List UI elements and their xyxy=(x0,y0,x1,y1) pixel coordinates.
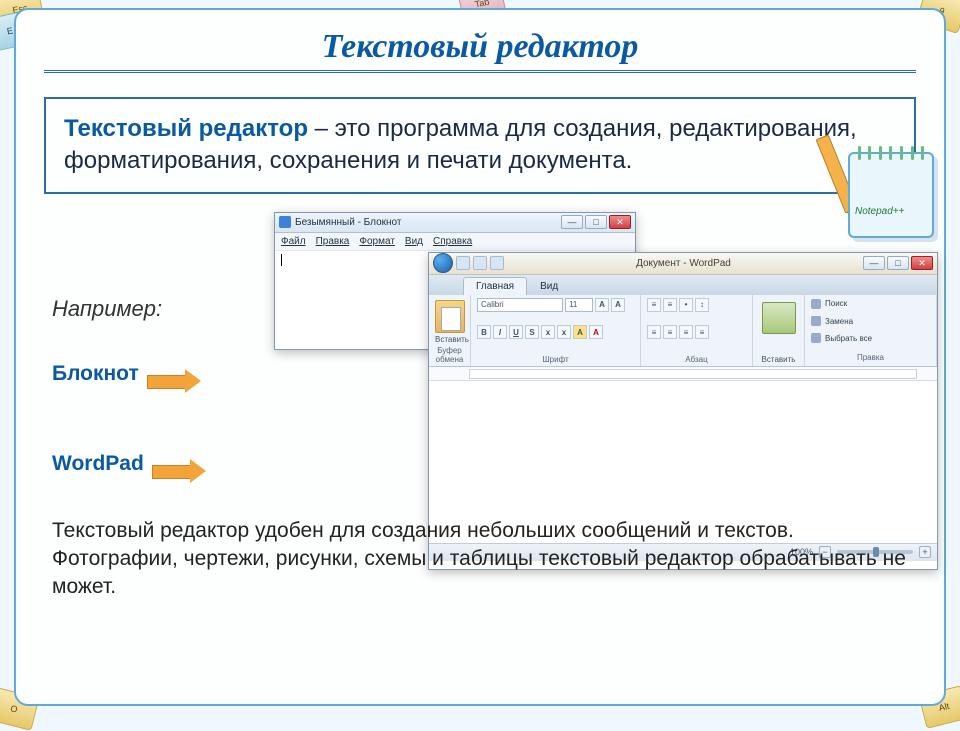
ribbon-tabs: Главная Вид xyxy=(429,275,937,295)
subscript-button[interactable]: x xyxy=(541,325,555,339)
app-label-wordpad: WordPad xyxy=(52,452,144,476)
slide-frame: Текстовый редактор Текстовый редактор – … xyxy=(14,8,946,706)
group-title-editing: Правка xyxy=(811,353,930,362)
strike-button[interactable]: S xyxy=(525,325,539,339)
qat-save-icon[interactable] xyxy=(456,256,470,270)
italic-button[interactable]: I xyxy=(493,325,507,339)
align-left-icon[interactable]: ≡ xyxy=(647,325,661,339)
grow-font-icon[interactable]: A xyxy=(595,298,609,312)
group-paragraph: ≡ ≡ • ↕ ≡ ≡ ≡ ≡ Абзац xyxy=(641,295,753,366)
shrink-font-icon[interactable]: A xyxy=(611,298,625,312)
notepad-menubar: Файл Правка Формат Вид Справка xyxy=(275,233,635,251)
font-name-select[interactable]: Calibri xyxy=(477,298,563,312)
notepad-titlebar: Безымянный - Блокнот — □ ✕ xyxy=(275,213,635,233)
paste-label: Вставить xyxy=(435,335,464,344)
group-insert: Вставить xyxy=(753,295,805,366)
content-area: Например: Блокнот WordPad Безымянный - Б… xyxy=(44,212,916,632)
minimize-button[interactable]: — xyxy=(863,256,885,270)
notepad-title-text: Безымянный - Блокнот xyxy=(295,217,401,228)
ruler[interactable] xyxy=(429,367,937,381)
qat-undo-icon[interactable] xyxy=(473,256,487,270)
footer-text: Текстовый редактор удобен для создания н… xyxy=(52,517,908,602)
font-color-icon[interactable]: A xyxy=(589,325,603,339)
arrow-icon xyxy=(152,462,208,480)
group-font: Calibri 11 A A B I U S x x A A xyxy=(471,295,641,366)
group-clipboard: Вставить Буфер обмена xyxy=(429,295,471,366)
text-cursor-icon xyxy=(281,254,282,266)
zoom-in-button[interactable]: + xyxy=(919,546,931,558)
tab-view[interactable]: Вид xyxy=(527,277,571,295)
wordpad-titlebar: Документ - WordPad — □ ✕ xyxy=(429,253,937,275)
notepad-icon xyxy=(279,216,291,228)
insert-picture-icon[interactable] xyxy=(762,302,796,334)
decrease-indent-icon[interactable]: ≡ xyxy=(647,298,661,312)
maximize-button[interactable]: □ xyxy=(887,256,909,270)
find-label[interactable]: Поиск xyxy=(825,299,847,308)
tab-home[interactable]: Главная xyxy=(463,277,527,295)
align-center-icon[interactable]: ≡ xyxy=(663,325,677,339)
definition-box: Текстовый редактор – это программа для с… xyxy=(44,97,916,194)
superscript-button[interactable]: x xyxy=(557,325,571,339)
qat-redo-icon[interactable] xyxy=(490,256,504,270)
replace-label[interactable]: Замена xyxy=(825,317,853,326)
menu-format[interactable]: Формат xyxy=(359,236,395,247)
ribbon: Вставить Буфер обмена Calibri 11 A A B I… xyxy=(429,295,937,367)
menu-view[interactable]: Вид xyxy=(405,236,423,247)
group-editing: Поиск Замена Выбрать все Правка xyxy=(805,295,937,366)
paste-icon[interactable] xyxy=(435,300,465,333)
group-title-paragraph: Абзац xyxy=(647,355,746,364)
line-spacing-icon[interactable]: ↕ xyxy=(695,298,709,312)
menu-edit[interactable]: Правка xyxy=(316,236,350,247)
maximize-button[interactable]: □ xyxy=(585,215,607,229)
group-title-font: Шрифт xyxy=(477,355,634,364)
app-menu-orb[interactable] xyxy=(433,253,453,273)
group-title-clipboard: Буфер обмена xyxy=(435,346,464,364)
find-icon[interactable] xyxy=(811,299,821,309)
highlight-icon[interactable]: A xyxy=(573,325,587,339)
font-size-select[interactable]: 11 xyxy=(565,298,593,312)
select-all-label[interactable]: Выбрать все xyxy=(825,334,872,343)
arrow-icon xyxy=(147,372,203,390)
close-button[interactable]: ✕ xyxy=(911,256,933,270)
slide-title: Текстовый редактор xyxy=(44,28,916,73)
app-label-notepad: Блокнот xyxy=(52,362,139,386)
bold-button[interactable]: B xyxy=(477,325,491,339)
align-right-icon[interactable]: ≡ xyxy=(679,325,693,339)
definition-term: Текстовый редактор xyxy=(64,115,308,142)
close-button[interactable]: ✕ xyxy=(609,215,631,229)
select-all-icon[interactable] xyxy=(811,333,821,343)
minimize-button[interactable]: — xyxy=(561,215,583,229)
menu-file[interactable]: Файл xyxy=(281,236,306,247)
insert-label: Вставить xyxy=(762,355,796,364)
justify-icon[interactable]: ≡ xyxy=(695,325,709,339)
increase-indent-icon[interactable]: ≡ xyxy=(663,298,677,312)
underline-button[interactable]: U xyxy=(509,325,523,339)
example-label: Например: xyxy=(52,296,208,322)
example-labels: Например: Блокнот WordPad xyxy=(52,296,208,542)
wordpad-doc-title: Документ - WordPad xyxy=(636,258,731,269)
replace-icon[interactable] xyxy=(811,316,821,326)
menu-help[interactable]: Справка xyxy=(433,236,472,247)
bullets-icon[interactable]: • xyxy=(679,298,693,312)
